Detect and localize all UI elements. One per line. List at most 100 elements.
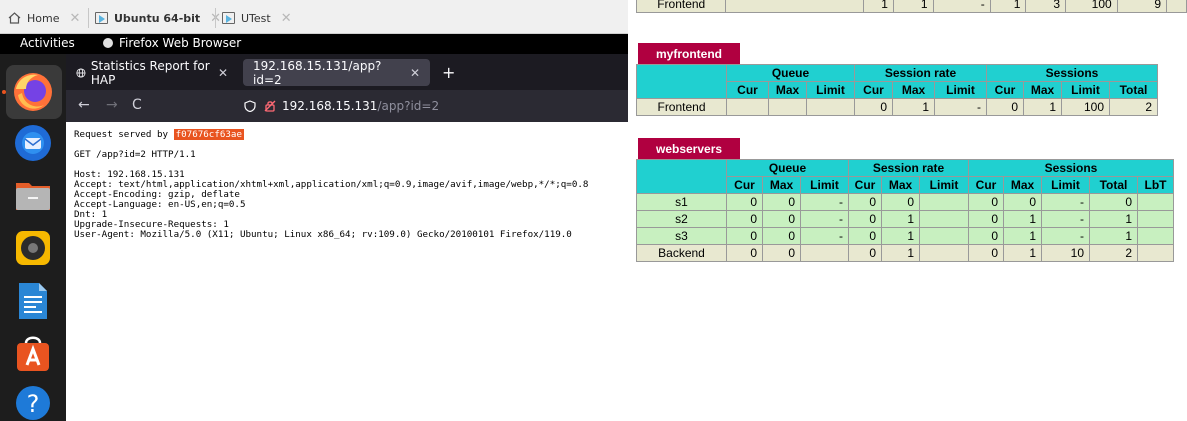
vm-tab-home[interactable]: Home ✕ <box>8 8 80 28</box>
forward-arrow-icon[interactable]: → <box>106 97 118 113</box>
gnome-top-bar: Activities Firefox Web Browser <box>0 34 628 54</box>
cell: 1 <box>1003 227 1042 245</box>
column-header: Max <box>768 81 807 99</box>
cell: 0 <box>726 193 763 211</box>
cell: 1 <box>863 0 894 13</box>
new-tab-button[interactable]: + <box>442 63 455 82</box>
table-row: Backend 0 0 0 1 0 1 10 2 <box>636 244 1174 262</box>
cell <box>919 227 969 245</box>
cell: 1 <box>881 244 920 262</box>
cell: 0 <box>762 210 801 228</box>
column-header: Limit <box>800 176 849 194</box>
column-header: Cur <box>726 81 769 99</box>
cell: 0 <box>848 244 882 262</box>
app-menu[interactable]: Firefox Web Browser <box>103 36 241 50</box>
help-icon[interactable]: ? <box>10 380 56 421</box>
cell: 0 <box>968 227 1004 245</box>
vm-tab-ubuntu[interactable]: Ubuntu 64-bit ✕ <box>88 8 221 28</box>
cell: 0 <box>854 98 893 116</box>
cell: 10 <box>1041 244 1090 262</box>
column-header: Cur <box>726 176 763 194</box>
firefox-icon[interactable] <box>10 69 56 115</box>
svg-text:?: ? <box>27 390 40 418</box>
cell: 0 <box>726 227 763 245</box>
url-host: 192.168.15.131 <box>282 99 378 113</box>
firefox-small-icon <box>103 38 113 48</box>
group-header-sessions: Sessions <box>986 64 1158 82</box>
served-label: Request served by <box>74 129 169 140</box>
close-icon[interactable]: ✕ <box>410 66 420 80</box>
cell: 0 <box>968 244 1004 262</box>
close-icon[interactable]: ✕ <box>69 11 80 26</box>
previous-proxy-table: Frontend 1 1 - 1 3 100 9 <box>635 0 1187 13</box>
row-name[interactable]: s1 <box>636 193 727 211</box>
column-header: Max <box>892 81 935 99</box>
row-name[interactable]: Frontend <box>636 98 727 116</box>
vm-tab-label: UTest <box>241 11 271 25</box>
cell: 1 <box>881 210 920 228</box>
cell: - <box>1041 227 1090 245</box>
proxy-title-myfrontend[interactable]: myfrontend <box>638 43 740 64</box>
row-name[interactable]: Backend <box>636 244 727 262</box>
tab-app[interactable]: 192.168.15.131/app?id=2 ✕ <box>243 58 430 87</box>
insecure-lock-icon[interactable] <box>264 100 276 112</box>
column-header: Limit <box>919 176 969 194</box>
vm-icon <box>222 12 235 24</box>
cell: 0 <box>726 210 763 228</box>
globe-icon <box>76 67 86 78</box>
cell: 1 <box>1089 210 1138 228</box>
cell: - <box>1041 210 1090 228</box>
cell: 0 <box>1003 193 1042 211</box>
cell <box>726 98 769 116</box>
cell: 100 <box>1065 0 1118 13</box>
cell: 2 <box>1109 98 1158 116</box>
url-path: /app?id=2 <box>377 99 440 113</box>
column-header: Limit <box>806 81 855 99</box>
app-center-icon[interactable] <box>10 330 56 376</box>
cell: 0 <box>848 210 882 228</box>
url-bar[interactable]: 192.168.15.131/app?id=2 <box>244 97 439 115</box>
cell: - <box>934 98 987 116</box>
vm-tab-bar: Home ✕ Ubuntu 64-bit ✕ UTest ✕ <box>0 0 628 34</box>
libreoffice-writer-icon[interactable] <box>10 278 56 324</box>
group-header-queue: Queue <box>726 159 849 177</box>
cell: 0 <box>968 193 1004 211</box>
rhythmbox-icon[interactable] <box>10 225 56 271</box>
thunderbird-icon[interactable] <box>10 120 56 166</box>
webservers-table: Queue Session rate Sessions Cur Max Limi… <box>636 159 1174 262</box>
reload-icon[interactable]: C <box>132 97 142 113</box>
close-icon[interactable]: ✕ <box>218 66 228 80</box>
cell: 1 <box>1023 98 1062 116</box>
page-content: Request served by f07676cf63ae GET /app?… <box>66 122 628 421</box>
cell: 2 <box>1089 244 1138 262</box>
cell <box>919 210 969 228</box>
row-name[interactable]: s2 <box>636 210 727 228</box>
cell: 1 <box>989 0 1027 13</box>
tab-title: Statistics Report for HAP <box>90 58 210 87</box>
column-header: Max <box>1003 176 1042 194</box>
vm-window: Home ✕ Ubuntu 64-bit ✕ UTest ✕ Activitie… <box>0 0 628 421</box>
column-header: Limit <box>1061 81 1110 99</box>
cell: 0 <box>848 193 882 211</box>
cell: 0 <box>881 193 920 211</box>
close-icon[interactable]: ✕ <box>281 11 292 26</box>
activities-button[interactable]: Activities <box>20 36 75 50</box>
column-header: Cur <box>854 81 893 99</box>
column-header: Total <box>1109 81 1158 99</box>
cell: 1 <box>1089 227 1138 245</box>
vm-tab-utest[interactable]: UTest ✕ <box>215 8 292 28</box>
row-name[interactable]: s3 <box>636 227 727 245</box>
files-icon[interactable] <box>10 172 56 218</box>
cell: 1 <box>1003 244 1042 262</box>
row-name: Frontend <box>635 0 727 13</box>
group-header-queue: Queue <box>726 64 855 82</box>
tab-title: 192.168.15.131/app?id=2 <box>253 58 382 87</box>
back-arrow-icon[interactable]: ← <box>78 97 90 113</box>
cell: 0 <box>762 244 801 262</box>
proxy-title-webservers[interactable]: webservers <box>638 138 741 159</box>
tab-statistics-report[interactable]: Statistics Report for HAP ✕ <box>66 58 238 87</box>
shield-icon[interactable] <box>244 100 256 112</box>
column-header: Limit <box>1041 176 1090 194</box>
cell: - <box>800 193 849 211</box>
header-line: Accept-Language: en-US,en;q=0.5 <box>74 199 246 210</box>
